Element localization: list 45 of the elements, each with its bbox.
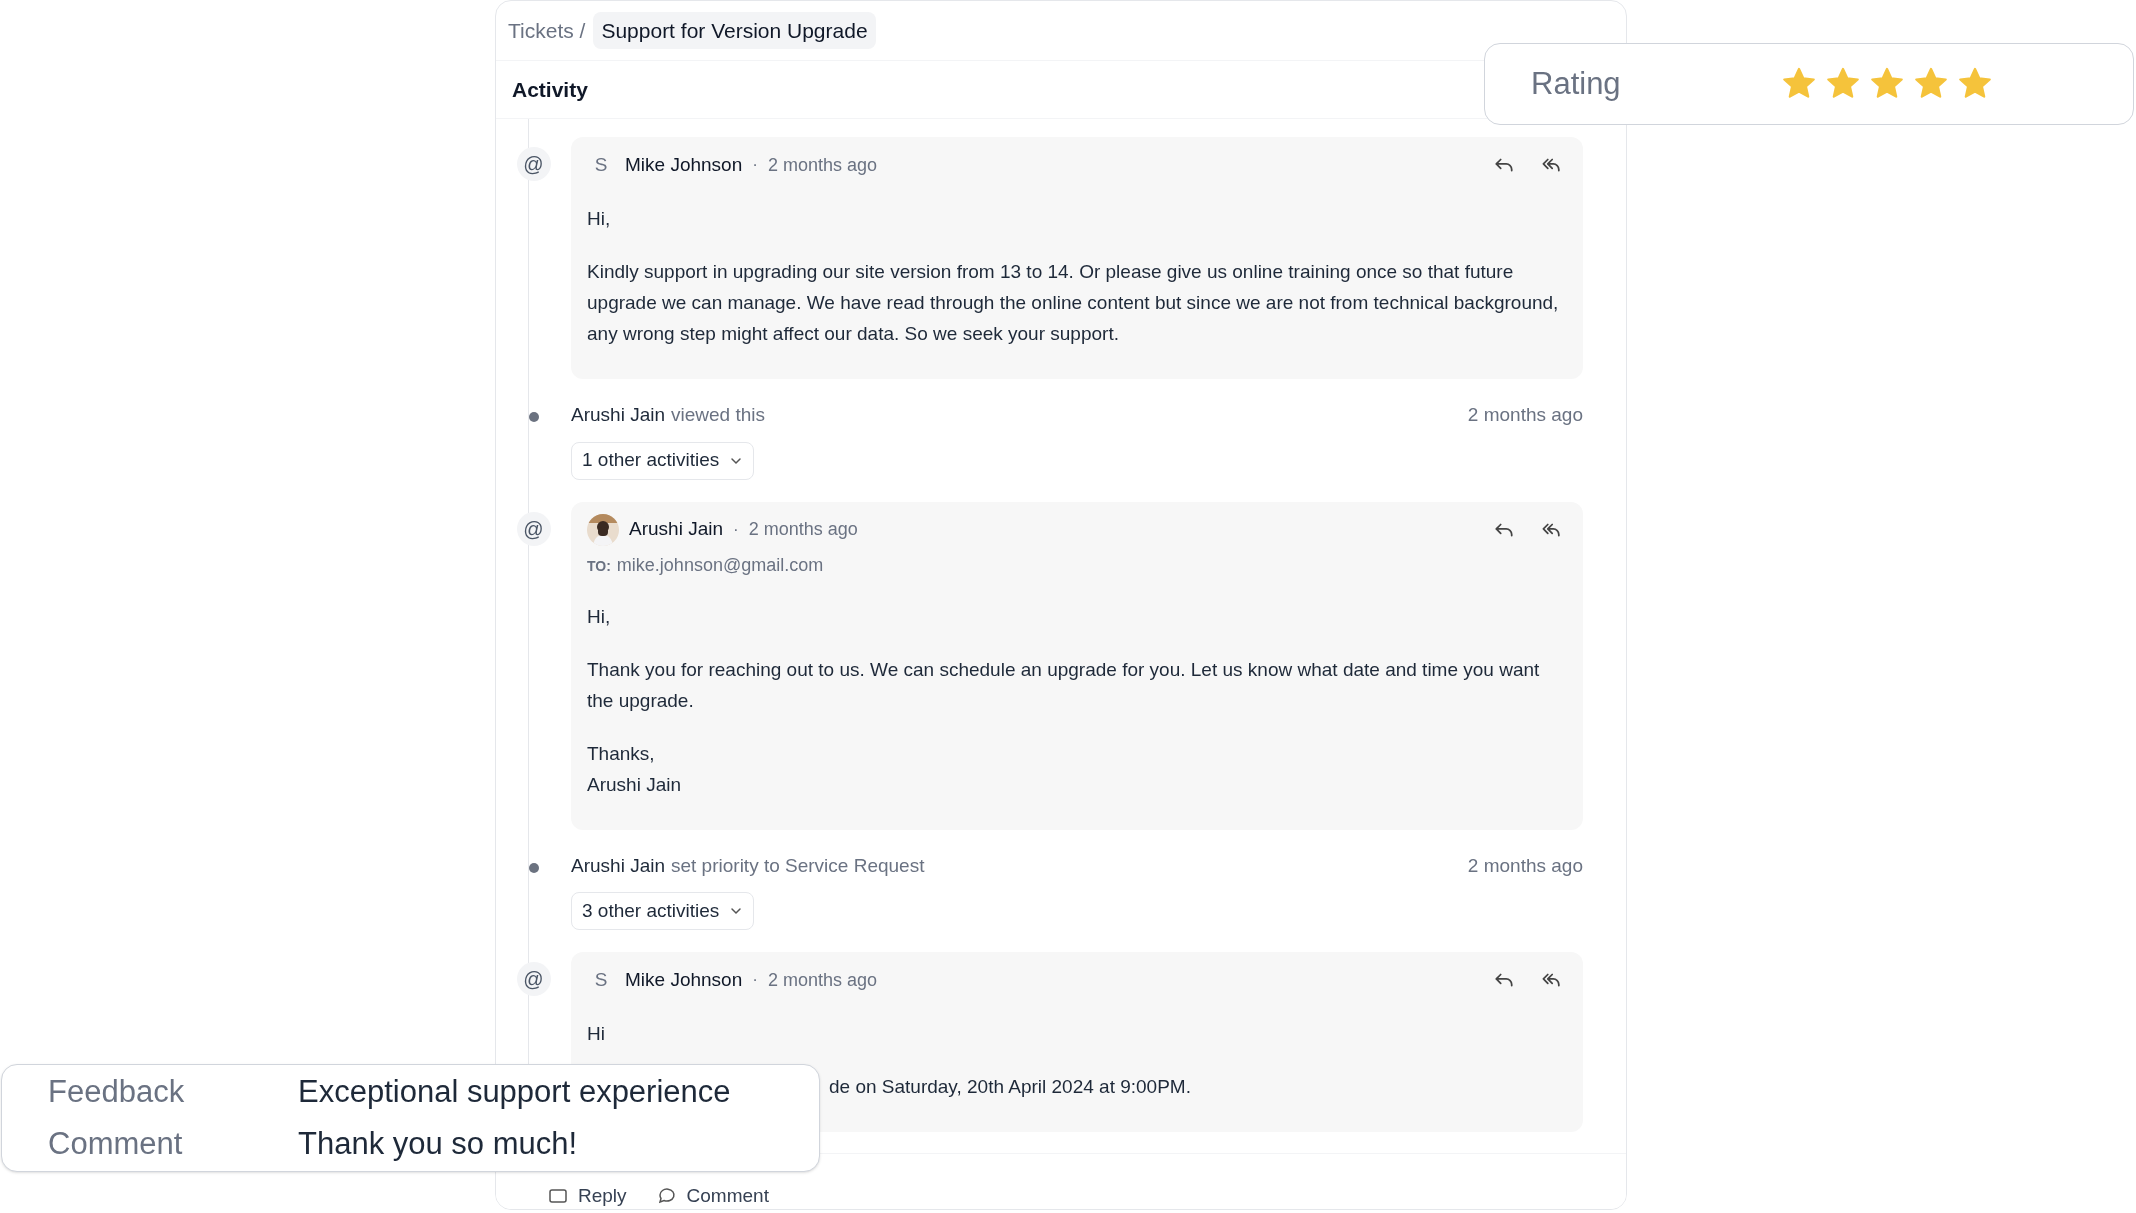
message-text: Kindly support in upgrading our site version from 13 to 14. Or please give us online training once so that future upgrade we can manage. We have read through the online content but since we are not from technical background, any wrong step might affect our data. So we seek your support. [587, 260, 1560, 346]
message-text: Hi [587, 1022, 606, 1046]
bullet-icon [528, 412, 539, 422]
timestamp: 2 months ago [767, 153, 877, 177]
other-activities-button[interactable]: 3 other activities [571, 892, 755, 930]
activity-text: set priority to Service Request [671, 853, 925, 878]
timestamp: 2 months ago [1467, 853, 1583, 878]
other-activities-button[interactable]: 1 other activities [571, 441, 755, 480]
avatar-initial: S [593, 967, 609, 992]
message-text: Thanks, Arushi Jain [587, 741, 682, 797]
mention-icon: @ [516, 511, 551, 546]
separator-dot: · [752, 969, 758, 992]
mention-icon: @ [516, 147, 551, 181]
feedback-value: Thank you so much! [298, 1125, 579, 1163]
separator-dot: · [733, 518, 739, 541]
mail-icon [548, 1186, 568, 1206]
timestamp: 2 months ago [748, 518, 858, 541]
separator-dot: · [752, 154, 758, 177]
author-name: Mike Johnson [625, 152, 743, 177]
mention-icon: @ [516, 962, 551, 996]
author-name: Mike Johnson [625, 967, 743, 992]
bullet-icon [528, 862, 539, 873]
avatar-initial: S [593, 152, 609, 177]
message-text: Thank you for reaching out to us. We can schedule an upgrade for you. Let us know what date and time you want the upgrade. [587, 657, 1541, 713]
actor-name: Arushi Jain [571, 403, 665, 427]
section-title: Activity [512, 76, 588, 103]
message-text: de on Saturday, 20th April 2024 at 9:00PM. [829, 1075, 1192, 1099]
breadcrumb-current: Support for Version Upgrade [593, 11, 876, 50]
activity-text: viewed this [671, 403, 765, 427]
author-name: Arushi Jain [629, 517, 723, 542]
timestamp: 2 months ago [767, 968, 877, 992]
message-text: Hi, [587, 207, 612, 231]
reply-button[interactable]: Reply [548, 1185, 627, 1207]
rating-label: Rating [1531, 64, 1622, 103]
comment-button[interactable]: Comment [656, 1185, 769, 1207]
to-label: TO: [587, 556, 611, 576]
actor-name: Arushi Jain [571, 853, 665, 878]
breadcrumb-link[interactable]: Tickets / [508, 14, 586, 47]
recipient-email: mike.johnson@gmail.com [616, 553, 824, 577]
message-text: Hi, [587, 604, 612, 629]
feedback-label: Comment [48, 1125, 184, 1163]
feedback-value: Exceptional support experience [298, 1072, 732, 1111]
comment-icon [656, 1186, 677, 1206]
feedback-label: Feedback [48, 1072, 186, 1111]
timestamp: 2 months ago [1467, 403, 1583, 427]
